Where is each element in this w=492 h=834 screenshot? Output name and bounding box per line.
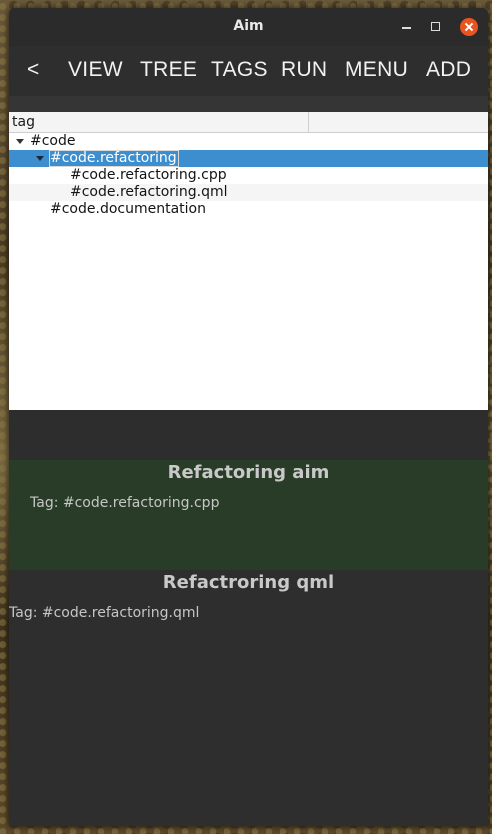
tag-tree-view[interactable]: tag #code #code.refactoring #code.refact… — [9, 112, 488, 410]
close-icon[interactable] — [460, 18, 478, 36]
tree-row[interactable]: #code — [9, 133, 488, 150]
add-button[interactable]: ADD — [426, 58, 471, 82]
view-button[interactable]: VIEW — [68, 58, 123, 82]
tree-row[interactable]: #code.refactoring.qml — [9, 184, 488, 201]
column-header-tag[interactable]: tag — [9, 112, 309, 132]
run-button[interactable]: RUN — [281, 58, 327, 82]
tree-row-label: #code.refactoring.qml — [70, 184, 228, 200]
tree-row-selected[interactable]: #code.refactoring — [9, 150, 488, 167]
aim-panel-tag: Tag: #code.refactoring.qml — [9, 605, 200, 621]
aim-panel[interactable]: Refactroring qml Tag: #code.refactoring.… — [9, 570, 488, 826]
aim-panel-tag: Tag: #code.refactoring.cpp — [30, 495, 220, 511]
tree-row[interactable]: #code.documentation — [9, 201, 488, 218]
tree-row-label: #code.refactoring.cpp — [70, 167, 227, 183]
tags-button[interactable]: TAGS — [211, 58, 268, 82]
aim-panel-title: Refactoring aim — [167, 462, 330, 483]
aim-panel-title: Refactroring qml — [162, 572, 335, 593]
section-spacer — [9, 410, 488, 460]
aim-panel[interactable]: Refactoring aim Tag: #code.refactoring.c… — [9, 460, 488, 570]
main-toolbar: < VIEW TREE TAGS RUN MENU ADD — [9, 46, 488, 97]
tree-row[interactable]: #code.refactoring.cpp — [9, 167, 488, 184]
menu-button[interactable]: MENU — [345, 58, 408, 82]
app-window: Aim < VIEW TREE TAGS RUN MENU ADD tag #c… — [9, 8, 488, 826]
tree-row-label: #code — [30, 133, 76, 149]
back-button[interactable]: < — [27, 58, 40, 82]
maximize-icon[interactable] — [427, 18, 445, 36]
window-title: Aim — [233, 18, 264, 34]
tree-row-label: #code.documentation — [50, 201, 206, 217]
tree-header: tag — [9, 112, 488, 133]
title-bar[interactable]: Aim — [9, 8, 488, 46]
minimize-icon[interactable] — [398, 18, 416, 36]
tree-button[interactable]: TREE — [140, 58, 197, 82]
expand-arrow-icon[interactable] — [36, 156, 44, 161]
toolbar-divider — [9, 96, 488, 112]
tree-row-label: #code.refactoring — [49, 150, 179, 167]
expand-arrow-icon[interactable] — [16, 139, 24, 144]
